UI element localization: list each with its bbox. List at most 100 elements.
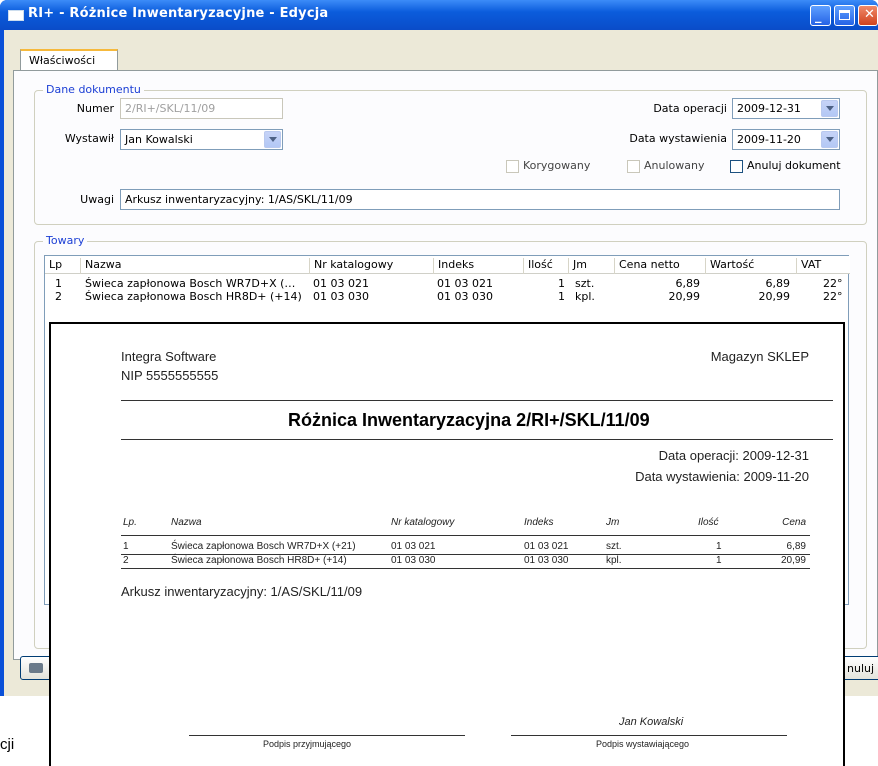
col-cena-netto[interactable]: Cena netto bbox=[614, 258, 680, 274]
table-row[interactable]: 1 Świeca zapłonowa Bosch WR7D+X (… 01 03… bbox=[45, 277, 850, 290]
report-signer: Jan Kowalski bbox=[619, 716, 684, 728]
cell-lp: 1 bbox=[55, 277, 62, 290]
data-wystawienia-label: Data wystawienia bbox=[629, 132, 727, 145]
cell-nazwa: Świeca zapłonowa Bosch WR7D+X (… bbox=[85, 277, 296, 290]
app-icon bbox=[8, 10, 24, 21]
report-row-indeks: 01 03 021 bbox=[524, 541, 569, 552]
report-sig-right: Podpis wystawiającego bbox=[596, 739, 690, 749]
report-company: Integra Software bbox=[121, 349, 217, 364]
cell-cena: 20,99 bbox=[668, 290, 701, 303]
report-table-rule bbox=[121, 535, 810, 536]
minimize-button[interactable]: _ bbox=[810, 5, 831, 26]
window-title: RI+ - Różnice Inwentaryzacyjne - Edycja bbox=[28, 6, 329, 21]
grid-header: Lp Nazwa Nr katalogowy Indeks Ilość Jm C… bbox=[45, 256, 850, 274]
chevron-down-icon[interactable] bbox=[821, 100, 838, 117]
cell-lp: 2 bbox=[55, 290, 62, 303]
report-row-lp: 2 bbox=[123, 555, 129, 566]
print-button[interactable] bbox=[20, 656, 52, 680]
table-row[interactable]: 2 Świeca zapłonowa Bosch HR8D+ (+14) 01 … bbox=[45, 290, 850, 303]
cell-vat: 22° bbox=[823, 290, 843, 303]
report-col-indeks: Indeks bbox=[524, 517, 554, 528]
col-indeks[interactable]: Indeks bbox=[433, 258, 474, 274]
cell-jm: szt. bbox=[575, 277, 595, 290]
checkbox-box-icon bbox=[506, 159, 519, 173]
partial-text: cji bbox=[0, 736, 15, 753]
report-row-ilosc: 1 bbox=[716, 541, 722, 552]
report-col-cena: Cena bbox=[782, 517, 806, 528]
report-warehouse: Magazyn SKLEP bbox=[710, 349, 809, 364]
data-operacji-select[interactable]: 2009-12-31 bbox=[732, 98, 840, 119]
report-row-ilosc: 1 bbox=[716, 555, 722, 566]
numer-label: Numer bbox=[76, 102, 114, 115]
signature-line-left bbox=[189, 735, 465, 736]
report-data-operacji: Data operacji: 2009-12-31 bbox=[658, 448, 809, 463]
anuluj-button-label: nuluj bbox=[847, 662, 875, 675]
cell-nazwa: Świeca zapłonowa Bosch HR8D+ (+14) bbox=[85, 290, 302, 303]
cell-nr: 01 03 021 bbox=[313, 277, 369, 290]
tab-wlasciwosci[interactable]: Właściwości bbox=[20, 49, 118, 71]
report-row-cena: 6,89 bbox=[786, 541, 806, 552]
maximize-button[interactable] bbox=[834, 5, 855, 26]
anulowany-checkbox[interactable]: Anulowany bbox=[627, 159, 704, 175]
report-row-rule bbox=[121, 568, 810, 569]
korygowany-checkbox[interactable]: Korygowany bbox=[506, 159, 590, 175]
towary-legend: Towary bbox=[43, 234, 88, 247]
wystawil-label: Wystawił bbox=[64, 132, 114, 145]
report-title: Różnica Inwentaryzacyjna 2/RI+/SKL/11/09 bbox=[288, 410, 650, 430]
report-data-wystawienia: Data wystawienia: 2009-11-20 bbox=[635, 469, 809, 484]
cell-cena: 6,89 bbox=[675, 277, 701, 290]
col-nazwa[interactable]: Nazwa bbox=[80, 258, 121, 274]
data-operacji-value: 2009-12-31 bbox=[737, 102, 801, 115]
chevron-down-icon[interactable] bbox=[821, 131, 838, 148]
checkbox-box-icon bbox=[730, 159, 743, 173]
report-row-jm: kpl. bbox=[606, 555, 622, 566]
dane-dokumentu-legend: Dane dokumentu bbox=[43, 83, 144, 96]
wystawil-value: Jan Kowalski bbox=[125, 133, 193, 146]
uwagi-field[interactable]: Arkusz inwentaryzacyjny: 1/AS/SKL/11/09 bbox=[120, 189, 840, 210]
report-nip: NIP 5555555555 bbox=[121, 368, 219, 383]
korygowany-label: Korygowany bbox=[523, 159, 591, 172]
wystawil-select[interactable]: Jan Kowalski bbox=[120, 129, 283, 150]
chevron-down-icon[interactable] bbox=[264, 131, 281, 148]
cell-vat: 22° bbox=[823, 277, 843, 290]
col-jm[interactable]: Jm bbox=[568, 258, 587, 274]
cell-nr: 01 03 030 bbox=[313, 290, 369, 303]
report-col-ilosc: Ilość bbox=[698, 517, 719, 528]
report-uwagi: Arkusz inwentaryzacyjny: 1/AS/SKL/11/09 bbox=[121, 584, 363, 599]
report-sig-left: Podpis przyjmującego bbox=[263, 739, 352, 749]
report-col-jm: Jm bbox=[606, 517, 620, 528]
checkbox-box-icon bbox=[627, 159, 640, 173]
cell-wartosc: 20,99 bbox=[758, 290, 791, 303]
report-col-nr: Nr katalogowy bbox=[391, 517, 455, 528]
cell-jm: kpl. bbox=[575, 290, 595, 303]
data-wystawienia-value: 2009-11-20 bbox=[737, 133, 801, 146]
uwagi-label: Uwagi bbox=[80, 193, 114, 206]
col-nr-katalogowy[interactable]: Nr katalogowy bbox=[309, 258, 393, 274]
report-divider bbox=[121, 400, 833, 401]
report-row-jm: szt. bbox=[606, 541, 622, 552]
print-preview: Integra Software NIP 5555555555 Magazyn … bbox=[49, 322, 845, 766]
close-button[interactable]: ✕ bbox=[858, 5, 878, 26]
cell-ilosc: 1 bbox=[558, 277, 565, 290]
col-ilosc[interactable]: Ilość bbox=[523, 258, 553, 274]
cell-wartosc: 6,89 bbox=[765, 277, 791, 290]
report-row-lp: 1 bbox=[123, 541, 129, 552]
data-wystawienia-select[interactable]: 2009-11-20 bbox=[732, 129, 840, 150]
anuluj-dokument-checkbox[interactable]: Anuluj dokument bbox=[730, 159, 841, 175]
anuluj-button[interactable]: nuluj bbox=[842, 656, 878, 680]
report-col-nazwa: Nazwa bbox=[171, 517, 202, 528]
col-vat[interactable]: VAT bbox=[796, 258, 821, 274]
cell-ilosc: 1 bbox=[558, 290, 565, 303]
anulowany-label: Anulowany bbox=[644, 159, 705, 172]
report-divider bbox=[121, 439, 833, 440]
anuluj-dokument-label: Anuluj dokument bbox=[747, 159, 841, 172]
report-row-nr: 01 03 030 bbox=[391, 555, 436, 566]
col-wartosc[interactable]: Wartość bbox=[705, 258, 754, 274]
report-row-nr: 01 03 021 bbox=[391, 541, 436, 552]
cell-indeks: 01 03 030 bbox=[437, 290, 493, 303]
data-operacji-label: Data operacji bbox=[653, 102, 727, 115]
title-bar[interactable]: RI+ - Różnice Inwentaryzacyjne - Edycja … bbox=[0, 0, 878, 30]
numer-field[interactable]: 2/RI+/SKL/11/09 bbox=[120, 98, 283, 119]
report-row-nazwa: Świeca zapłonowa Bosch HR8D+ (+14) bbox=[171, 555, 347, 566]
col-lp[interactable]: Lp bbox=[45, 258, 62, 274]
